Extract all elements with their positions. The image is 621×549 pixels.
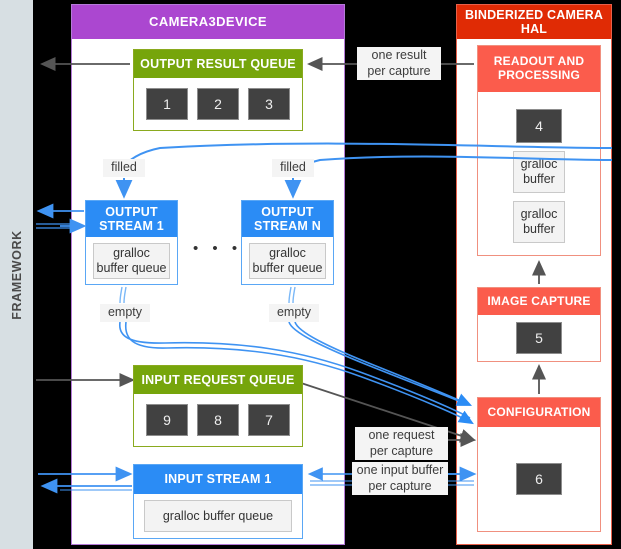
label-filled-stream-n: filled [272,159,314,177]
input-stream-1-title: INPUT STREAM 1 [134,465,302,494]
input-stream-1-buffer-queue: gralloc buffer queue [144,500,292,532]
label-empty-stream-n: empty [269,304,319,322]
request-chip: 7 [248,404,290,436]
label-one-result-per-capture: one result per capture [357,47,441,81]
output-result-queue-card[interactable]: OUTPUT RESULT QUEUE 1 2 3 [133,49,303,131]
image-capture-chip: 5 [516,322,562,354]
label-one-input-buffer-per-capture: one input buffer per capture [352,462,448,496]
output-stream-n-title: OUTPUT STREAM N [242,201,333,237]
framework-panel: FRAMEWORK [0,0,33,549]
configuration-title: CONFIGURATION [478,398,600,427]
readout-processing-title: READOUT AND PROCESSING [478,46,600,92]
output-stream-n-buffer-queue: gralloc buffer queue [249,242,326,279]
result-chip: 1 [146,88,188,120]
configuration-card[interactable]: CONFIGURATION 6 [477,397,601,532]
label-empty-stream-1: empty [100,304,150,322]
output-result-queue-title: OUTPUT RESULT QUEUE [134,50,302,78]
readout-gralloc-buffer: gralloc buffer [513,200,565,243]
result-chip: 3 [248,88,290,120]
configuration-chip: 6 [516,463,562,495]
output-stream-1-card[interactable]: OUTPUT STREAM 1 gralloc buffer queue [85,200,178,285]
output-result-queue-chips: 1 2 3 [146,88,290,120]
request-chip: 9 [146,404,188,436]
request-chip: 8 [197,404,239,436]
readout-processing-card[interactable]: READOUT AND PROCESSING 4 gralloc buffer … [477,45,601,256]
readout-chip: 4 [516,108,562,143]
diagram-canvas: FRAMEWORK CAMERA3DEVICE BINDERIZED CAMER… [0,0,621,549]
framework-label: FRAMEWORK [9,229,24,320]
output-stream-1-title: OUTPUT STREAM 1 [86,201,177,237]
label-filled-stream-1: filled [103,159,145,177]
input-stream-1-card[interactable]: INPUT STREAM 1 gralloc buffer queue [133,464,303,539]
stream-ellipsis: • • • [193,240,243,257]
result-chip: 2 [197,88,239,120]
label-one-request-per-capture: one request per capture [355,427,448,461]
hal-title: BINDERIZED CAMERA HAL [457,5,611,39]
camera3device-title: CAMERA3DEVICE [72,5,344,39]
input-request-queue-title: INPUT REQUEST QUEUE [134,366,302,394]
input-request-queue-chips: 9 8 7 [146,404,290,436]
image-capture-card[interactable]: IMAGE CAPTURE 5 [477,287,601,362]
readout-gralloc-buffer: gralloc buffer [513,150,565,193]
output-stream-n-card[interactable]: OUTPUT STREAM N gralloc buffer queue [241,200,334,285]
image-capture-title: IMAGE CAPTURE [478,288,600,315]
output-stream-1-buffer-queue: gralloc buffer queue [93,242,170,279]
input-request-queue-card[interactable]: INPUT REQUEST QUEUE 9 8 7 [133,365,303,447]
